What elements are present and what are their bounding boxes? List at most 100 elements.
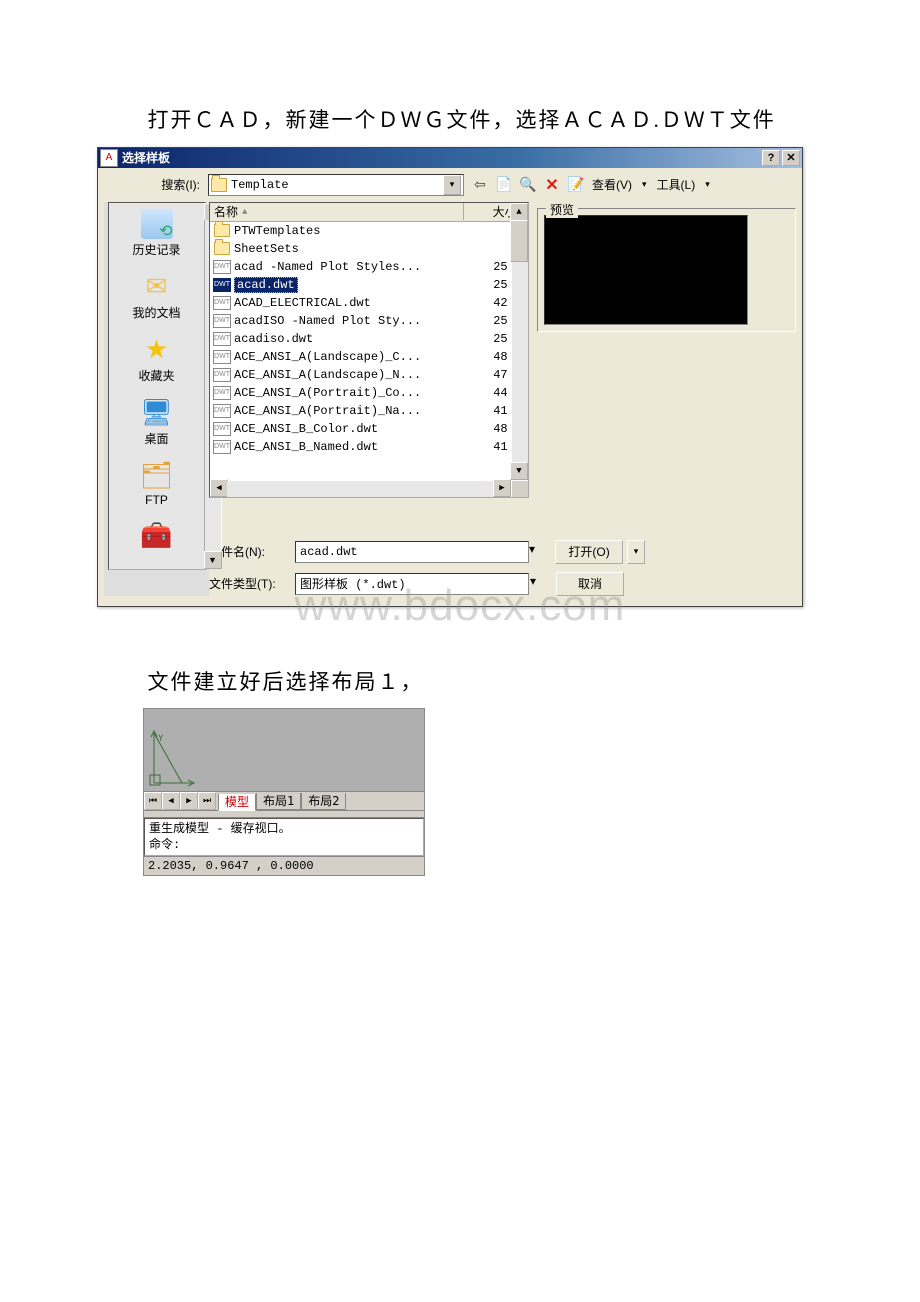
place-my-documents[interactable]: ✉ 我的文档 xyxy=(117,272,197,321)
tab-layout1[interactable]: 布局1 xyxy=(256,793,301,810)
place-label: 历史记录 xyxy=(132,241,180,258)
file-vscroll-thumb[interactable] xyxy=(510,220,528,262)
view-menu[interactable]: 查看(V) xyxy=(590,176,634,193)
command-line: 重生成模型 - 缓存视口。 xyxy=(149,821,419,837)
preview-group: 预览 xyxy=(537,208,796,332)
file-name: ACE_ANSI_A(Landscape)_C... xyxy=(234,350,472,364)
file-row[interactable]: DWTACAD_ELECTRICAL.dwt42 K xyxy=(210,294,528,312)
search-location-text: Template xyxy=(231,178,289,192)
titlebar[interactable]: A 选择样板 ? ✕ xyxy=(98,148,802,168)
file-name: ACE_ANSI_A(Portrait)_Co... xyxy=(234,386,472,400)
tools-menu-drop-icon[interactable]: ▾ xyxy=(701,179,714,190)
folder-icon xyxy=(211,178,227,192)
app-icon: A xyxy=(100,149,118,167)
search-icon[interactable]: 🔍 xyxy=(518,175,538,195)
dwt-file-icon: DWT xyxy=(213,314,231,328)
file-row[interactable]: DWTACE_ANSI_B_Color.dwt48 K xyxy=(210,420,528,438)
tab-model[interactable]: 模型 xyxy=(218,794,256,811)
buzzsaw-icon: 🧰 xyxy=(141,521,173,551)
file-name: ACE_ANSI_B_Color.dwt xyxy=(234,422,472,436)
command-box[interactable]: 重生成模型 - 缓存视口。 命令: xyxy=(144,818,424,856)
dwt-file-icon: DWT xyxy=(213,422,231,436)
file-row[interactable]: DWTACE_ANSI_A(Landscape)_C...48 K xyxy=(210,348,528,366)
file-row[interactable]: DWTacadISO -Named Plot Sty...25 K xyxy=(210,312,528,330)
folder-icon xyxy=(214,224,230,237)
place-history[interactable]: 历史记录 xyxy=(117,209,197,258)
dwt-file-icon: DWT xyxy=(213,278,231,292)
help-button[interactable]: ? xyxy=(762,150,780,166)
place-label: FTP xyxy=(145,493,168,507)
scroll-corner xyxy=(512,481,528,497)
filename-input[interactable]: acad.dwt xyxy=(295,541,529,563)
tab-layout2[interactable]: 布局2 xyxy=(301,793,346,810)
file-name: acad.dwt xyxy=(234,277,472,293)
file-scroll-down[interactable]: ▼ xyxy=(510,462,528,480)
sort-asc-icon: ▲ xyxy=(242,207,247,217)
cad-canvas[interactable]: Y X xyxy=(144,709,424,791)
close-button[interactable]: ✕ xyxy=(782,150,800,166)
file-row[interactable]: DWTacadiso.dwt25 K xyxy=(210,330,528,348)
favorites-icon: ★ xyxy=(141,335,173,365)
up-level-icon[interactable]: 📄 xyxy=(494,175,514,195)
file-row[interactable]: DWTacad.dwt25 K xyxy=(210,276,528,294)
places-scroll-down[interactable]: ▼ xyxy=(204,551,222,569)
file-row[interactable]: DWTacad -Named Plot Styles...25 K xyxy=(210,258,528,276)
file-row[interactable]: DWTACE_ANSI_B_Named.dwt41 K xyxy=(210,438,528,456)
file-row[interactable]: DWTACE_ANSI_A(Portrait)_Na...41 K xyxy=(210,402,528,420)
place-label: 桌面 xyxy=(144,430,168,447)
layout-tab-bar: ⏮ ◀ ▶ ⏭ 模型 布局1 布局2 xyxy=(144,791,424,810)
tab-next-icon[interactable]: ▶ xyxy=(180,792,198,810)
dwt-file-icon: DWT xyxy=(213,404,231,418)
view-menu-drop-icon[interactable]: ▾ xyxy=(638,179,651,190)
paragraph-1: 打开ＣＡＤ，新建一个ＤＷＧ文件，选择ＡＣＡＤ.ＤＷＴ文件 xyxy=(95,105,825,137)
file-scroll-right[interactable]: ▶ xyxy=(493,479,511,497)
file-list-header[interactable]: 名称 ▲ 大小 ▲ xyxy=(210,203,528,222)
preview-label: 预览 xyxy=(546,201,578,218)
tools-menu[interactable]: 工具(L) xyxy=(655,176,698,193)
file-row[interactable]: DWTACE_ANSI_A(Portrait)_Co...44 K xyxy=(210,384,528,402)
status-bar: 2.2035, 0.9647 , 0.0000 xyxy=(144,856,424,875)
file-row[interactable]: SheetSets xyxy=(210,240,528,258)
filename-value: acad.dwt xyxy=(300,545,358,559)
ucs-icon: Y X xyxy=(148,727,196,787)
ftp-icon: 🗂 xyxy=(141,461,173,491)
file-row[interactable]: DWTACE_ANSI_A(Landscape)_N...47 K xyxy=(210,366,528,384)
filename-history-drop-icon[interactable]: ▾ xyxy=(529,542,535,562)
command-prompt: 命令: xyxy=(149,837,419,853)
place-favorites[interactable]: ★ 收藏夹 xyxy=(117,335,197,384)
select-template-dialog: A 选择样板 ? ✕ 搜索(I): Template ▾ ⇦ 📄 xyxy=(97,147,803,607)
file-row[interactable]: PTWTemplates xyxy=(210,222,528,240)
tab-first-icon[interactable]: ⏮ xyxy=(144,792,162,810)
dwt-file-icon: DWT xyxy=(213,296,231,310)
dwt-file-icon: DWT xyxy=(213,350,231,364)
properties-icon[interactable]: 📝 xyxy=(566,175,586,195)
place-label: 我的文档 xyxy=(132,304,180,321)
cursor-coordinates: 2.2035, 0.9647 , 0.0000 xyxy=(148,859,314,873)
place-label: 收藏夹 xyxy=(138,367,174,384)
search-location-combo[interactable]: Template ▾ xyxy=(208,174,464,196)
delete-icon[interactable]: ✕ xyxy=(542,175,562,195)
file-name: ACE_ANSI_A(Landscape)_N... xyxy=(234,368,472,382)
tab-last-icon[interactable]: ⏭ xyxy=(198,792,216,810)
file-name: acadISO -Named Plot Sty... xyxy=(234,314,472,328)
dwt-file-icon: DWT xyxy=(213,368,231,382)
place-desktop[interactable]: 🖥 桌面 xyxy=(117,398,197,447)
desktop-icon: 🖥 xyxy=(141,398,173,428)
dwt-file-icon: DWT xyxy=(213,440,231,454)
file-list[interactable]: 名称 ▲ 大小 ▲ PTWTemplates SheetSetsDWTacad -… xyxy=(209,202,529,498)
dialog-title: 选择样板 xyxy=(122,149,762,166)
column-name[interactable]: 名称 xyxy=(214,203,238,220)
file-scroll-up[interactable]: ▲ xyxy=(510,203,528,221)
places-bar: ▲ ▼ 历史记录 ✉ 我的文档 ★ 收藏夹 xyxy=(108,202,206,570)
cad-layout-strip: Y X ⏮ ◀ ▶ ⏭ 模型 布局1 布局2 重生成模型 - 缓存视口。 命令:… xyxy=(143,708,425,876)
file-scroll-left[interactable]: ◀ xyxy=(210,479,228,497)
combo-dropdown-icon[interactable]: ▾ xyxy=(443,175,461,195)
place-ftp[interactable]: 🗂 FTP xyxy=(117,461,197,507)
back-icon[interactable]: ⇦ xyxy=(470,175,490,195)
file-name: PTWTemplates xyxy=(234,224,472,238)
place-buzzsaw[interactable]: 🧰 xyxy=(117,521,197,551)
file-name: ACE_ANSI_B_Named.dwt xyxy=(234,440,472,454)
tab-prev-icon[interactable]: ◀ xyxy=(162,792,180,810)
dwt-file-icon: DWT xyxy=(213,332,231,346)
file-hscroll-track[interactable] xyxy=(227,481,494,497)
